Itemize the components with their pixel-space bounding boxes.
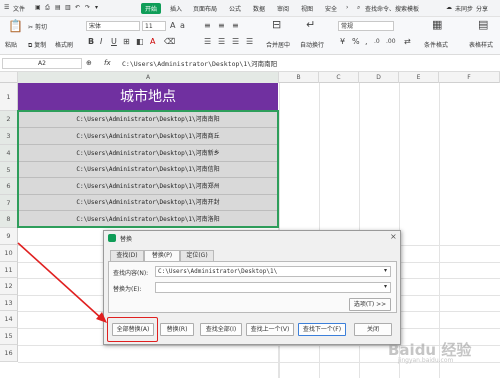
watermark-url: jingyan.baidu.com xyxy=(398,357,454,364)
annotation-arrow xyxy=(17,242,107,323)
annotation-arrow-line xyxy=(17,242,102,319)
annotation-arrow-head xyxy=(96,312,107,323)
